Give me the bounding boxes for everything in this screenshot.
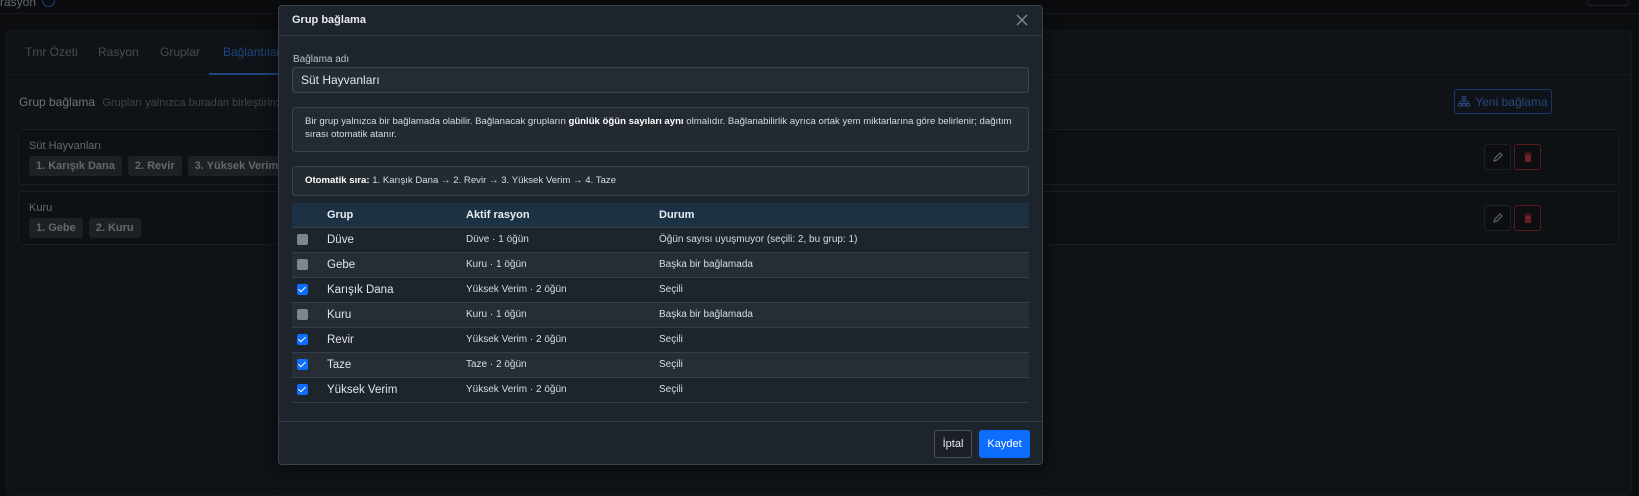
save-button[interactable]: Kaydet [979, 430, 1030, 458]
modal-title: Grup bağlama [292, 14, 366, 26]
table-row[interactable]: Taze Taze · 2 öğün Seçili [292, 351, 1029, 377]
cell-ration: Düve · 1 öğün [466, 226, 659, 252]
row-checkbox[interactable] [297, 233, 308, 245]
cell-status: Öğün sayısı uyuşmuyor (seçili: 2, bu gru… [659, 226, 1029, 252]
cell-ration: Yüksek Verim · 2 öğün [466, 276, 659, 302]
column-header-grup: Grup [327, 203, 466, 227]
cell-ration: Yüksek Verim · 2 öğün [466, 326, 659, 352]
table-row[interactable]: Yüksek Verim Yüksek Verim · 2 öğün Seçili [292, 376, 1029, 403]
cell-status: Seçili [659, 326, 1029, 352]
modal-header: Grup bağlama [279, 6, 1042, 36]
column-header-durum: Durum [659, 203, 1029, 227]
cell-group: Yüksek Verim [327, 376, 466, 403]
binding-name-input[interactable] [292, 67, 1029, 93]
group-binding-modal: Grup bağlama Bağlama adı Bir grup yalnız… [278, 5, 1043, 465]
row-checkbox[interactable] [297, 333, 308, 345]
cell-group: Taze [327, 351, 466, 377]
alert-text-1: Bir grup yalnızca bir bağlamada olabilir… [305, 116, 569, 127]
info-alert: Bir grup yalnızca bir bağlamada olabilir… [292, 107, 1029, 152]
modal-footer: İptal Kaydet [279, 421, 1042, 466]
table-row[interactable]: Revir Yüksek Verim · 2 öğün Seçili [292, 326, 1029, 352]
cell-ration: Yüksek Verim · 2 öğün [466, 376, 659, 403]
cell-group: Gebe [327, 251, 466, 277]
row-checkbox[interactable] [297, 283, 308, 295]
cancel-button[interactable]: İptal [934, 430, 972, 458]
cell-ration: Taze · 2 öğün [466, 351, 659, 377]
close-icon[interactable] [1014, 12, 1030, 28]
cell-group: Düve [327, 226, 466, 252]
column-header-aktif-rasyon: Aktif rasyon [466, 203, 659, 227]
row-checkbox[interactable] [297, 383, 308, 395]
row-checkbox[interactable] [297, 358, 308, 370]
groups-table: Grup Aktif rasyon Durum Düve Düve · 1 öğü… [292, 203, 1029, 403]
table-row[interactable]: Kuru Kuru · 1 öğün Başka bir bağlamada [292, 301, 1029, 327]
table-row[interactable]: Karışık Dana Yüksek Verim · 2 öğün Seçili [292, 276, 1029, 302]
row-checkbox[interactable] [297, 308, 308, 320]
cell-status: Seçili [659, 351, 1029, 377]
auto-order-label: Otomatik sıra: [305, 175, 370, 186]
cell-status: Başka bir bağlamada [659, 251, 1029, 277]
binding-name-label: Bağlama adı [293, 54, 350, 65]
cell-ration: Kuru · 1 öğün [466, 251, 659, 277]
table-row[interactable]: Düve Düve · 1 öğün Öğün sayısı uyuşmuyor (… [292, 226, 1029, 252]
auto-order-box: Otomatik sıra: 1. Karışık Dana → 2. Revi… [292, 166, 1029, 196]
alert-text-bold: günlük öğün sayıları aynı [568, 116, 684, 127]
auto-order-value: 1. Karışık Dana → 2. Revir → 3. Yüksek V… [372, 175, 617, 186]
table-header-row: Grup Aktif rasyon Durum [292, 203, 1029, 227]
cell-group: Revir [327, 326, 466, 352]
cell-group: Kuru [327, 301, 466, 327]
cell-status: Seçili [659, 376, 1029, 403]
cell-status: Seçili [659, 276, 1029, 302]
cell-status: Başka bir bağlamada [659, 301, 1029, 327]
row-checkbox[interactable] [297, 258, 308, 270]
table-row[interactable]: Gebe Kuru · 1 öğün Başka bir bağlamada [292, 251, 1029, 277]
cell-group: Karışık Dana [327, 276, 466, 302]
cell-ration: Kuru · 1 öğün [466, 301, 659, 327]
